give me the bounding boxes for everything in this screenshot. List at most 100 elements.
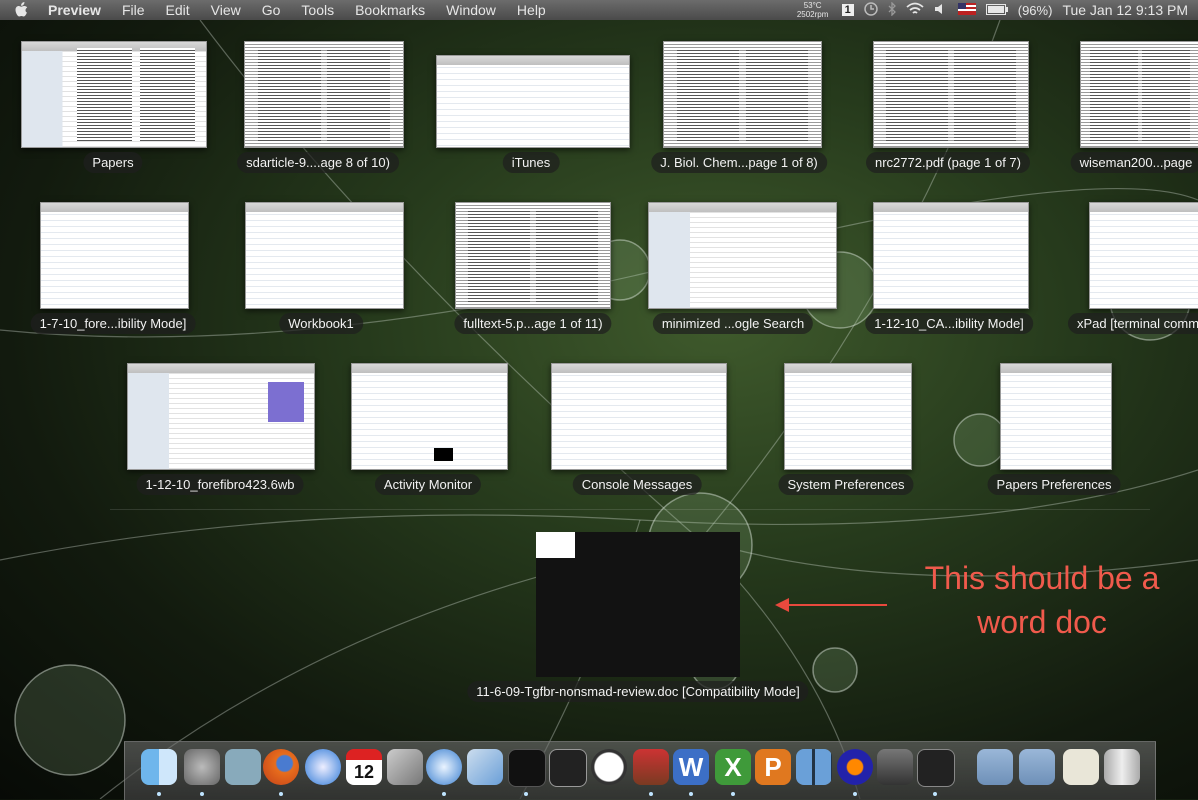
expose-divider xyxy=(110,509,1150,510)
window-label-forefibro[interactable]: 1-12-10_forefibro423.6wb xyxy=(136,474,304,495)
wifi-icon[interactable] xyxy=(906,2,924,19)
running-indicator xyxy=(689,792,693,796)
activity-monitor-icon[interactable] xyxy=(508,749,546,787)
microphone-icon[interactable] xyxy=(877,749,913,785)
window-label-word-1-12-10[interactable]: 1-12-10_CA...ibility Mode] xyxy=(865,313,1033,334)
time-machine-icon[interactable] xyxy=(864,1,878,19)
window-label-papers[interactable]: Papers xyxy=(83,152,143,173)
firefox-icon[interactable] xyxy=(263,749,299,785)
console-icon[interactable] xyxy=(917,749,955,787)
window-label-word-1-7-10[interactable]: 1-7-10_fore...ibility Mode] xyxy=(30,313,196,334)
bluetooth-icon[interactable] xyxy=(888,0,896,19)
dock: 12 W X P xyxy=(124,741,1156,800)
trash-icon[interactable] xyxy=(1104,749,1140,785)
menu-bar: Preview File Edit View Go Tools Bookmark… xyxy=(0,0,1198,20)
window-thumb-activity-monitor[interactable] xyxy=(351,363,508,470)
window-thumb-word-1-12-10[interactable] xyxy=(873,202,1029,309)
running-indicator xyxy=(853,792,857,796)
apple-menu-icon[interactable] xyxy=(14,2,30,18)
window-label-workbook1[interactable]: Workbook1 xyxy=(279,313,363,334)
window-label-google-search[interactable]: minimized ...ogle Search xyxy=(652,313,814,334)
blank-window-fragment xyxy=(536,532,575,558)
fan-speed-value: 2502rpm xyxy=(796,10,829,19)
menu-edit[interactable]: Edit xyxy=(166,2,190,18)
annotation-arrow-icon xyxy=(775,598,887,612)
excel-icon[interactable]: X xyxy=(715,749,751,785)
clock-icon[interactable] xyxy=(591,749,627,785)
window-thumb-google-search[interactable] xyxy=(648,202,837,309)
status-menus: 53°C 2502rpm 1 (96%) Tue Jan 12 9:13 PM xyxy=(794,0,1188,20)
iphoto-icon[interactable] xyxy=(387,749,423,785)
window-thumb-jbiolchem[interactable] xyxy=(663,41,822,148)
menu-tools[interactable]: Tools xyxy=(301,2,334,18)
menu-app-name[interactable]: Preview xyxy=(48,2,101,18)
temperature-readout[interactable]: 53°C 2502rpm xyxy=(794,1,832,19)
annotation-text: This should be a word doc xyxy=(910,556,1174,644)
battery-percent[interactable]: (96%) xyxy=(1018,3,1053,18)
cpu-graph xyxy=(434,448,453,461)
window-thumb-xpad[interactable] xyxy=(1089,202,1198,309)
window-thumb-workbook1[interactable] xyxy=(245,202,404,309)
itunes-icon[interactable] xyxy=(426,749,462,785)
menu-bookmarks[interactable]: Bookmarks xyxy=(355,2,425,18)
window-thumb-fulltext5[interactable] xyxy=(455,202,611,309)
window-label-system-preferences[interactable]: System Preferences xyxy=(778,474,914,495)
powerpoint-icon[interactable]: P xyxy=(755,749,791,785)
window-thumb-system-preferences[interactable] xyxy=(784,363,912,470)
gel-image xyxy=(268,382,304,422)
menu-go[interactable]: Go xyxy=(262,2,281,18)
window-label-wiseman[interactable]: wiseman200...page xyxy=(1070,152,1198,173)
running-indicator xyxy=(442,792,446,796)
annotation-line-1: This should be a xyxy=(924,560,1160,596)
window-thumb-sdarticle[interactable] xyxy=(244,41,404,148)
running-indicator xyxy=(933,792,937,796)
window-thumb-itunes[interactable] xyxy=(436,55,630,148)
window-label-papers-preferences[interactable]: Papers Preferences xyxy=(987,474,1121,495)
documents-icon[interactable] xyxy=(1063,749,1099,785)
window-thumb-word-1-7-10[interactable] xyxy=(40,202,189,309)
window-thumb-papers[interactable] xyxy=(21,41,207,148)
window-label-itunes[interactable]: iTunes xyxy=(502,152,560,173)
ical-icon[interactable]: 12 xyxy=(346,749,382,785)
running-indicator xyxy=(524,792,528,796)
word-icon[interactable]: W xyxy=(673,749,709,785)
input-menu-flag-icon[interactable] xyxy=(957,2,976,18)
menu-file[interactable]: File xyxy=(122,2,145,18)
bookends-icon[interactable] xyxy=(633,749,669,785)
window-thumb-forefibro[interactable] xyxy=(127,363,315,470)
downloads-folder-icon[interactable] xyxy=(1019,749,1055,785)
menubar-clock[interactable]: Tue Jan 12 9:13 PM xyxy=(1062,2,1188,18)
window-label-nrc2772[interactable]: nrc2772.pdf (page 1 of 7) xyxy=(866,152,1030,173)
window-thumb-papers-preferences[interactable] xyxy=(1000,363,1112,470)
xcode-icon[interactable] xyxy=(467,749,503,785)
system-preferences-icon[interactable] xyxy=(184,749,220,785)
running-indicator xyxy=(731,792,735,796)
menu-help[interactable]: Help xyxy=(517,2,546,18)
audacity-icon[interactable] xyxy=(837,749,873,785)
window-label-xpad[interactable]: xPad [terminal comm xyxy=(1067,313,1198,334)
window-thumb-nrc2772[interactable] xyxy=(873,41,1029,148)
menu-window[interactable]: Window xyxy=(446,2,496,18)
spaces-icon[interactable] xyxy=(796,749,832,785)
menu-view[interactable]: View xyxy=(211,2,241,18)
window-label-jbiolchem[interactable]: J. Biol. Chem...page 1 of 8) xyxy=(651,152,827,173)
window-thumb-console[interactable] xyxy=(551,363,727,470)
spaces-badge[interactable]: 1 xyxy=(841,4,854,16)
annotation-line-2: word doc xyxy=(977,604,1107,640)
temperature-value: 53°C xyxy=(803,1,822,10)
folder-icon[interactable] xyxy=(977,749,1013,785)
mail-icon[interactable] xyxy=(225,749,261,785)
finder-icon[interactable] xyxy=(141,749,177,785)
volume-icon[interactable] xyxy=(934,2,948,19)
safari-icon[interactable] xyxy=(305,749,341,785)
battery-icon[interactable] xyxy=(985,3,1008,18)
running-indicator xyxy=(279,792,283,796)
window-label-console[interactable]: Console Messages xyxy=(572,474,702,495)
window-label-sdarticle[interactable]: sdarticle-9....age 8 of 10) xyxy=(237,152,399,173)
window-label-fulltext5[interactable]: fulltext-5.p...age 1 of 11) xyxy=(454,313,612,334)
window-thumb-wiseman[interactable] xyxy=(1080,41,1198,148)
window-label-tgfbr-review[interactable]: 11-6-09-Tgfbr-nonsmad-review.doc [Compat… xyxy=(467,681,809,702)
running-indicator xyxy=(157,792,161,796)
terminal-icon[interactable] xyxy=(549,749,587,787)
window-label-activity-monitor[interactable]: Activity Monitor xyxy=(374,474,482,495)
